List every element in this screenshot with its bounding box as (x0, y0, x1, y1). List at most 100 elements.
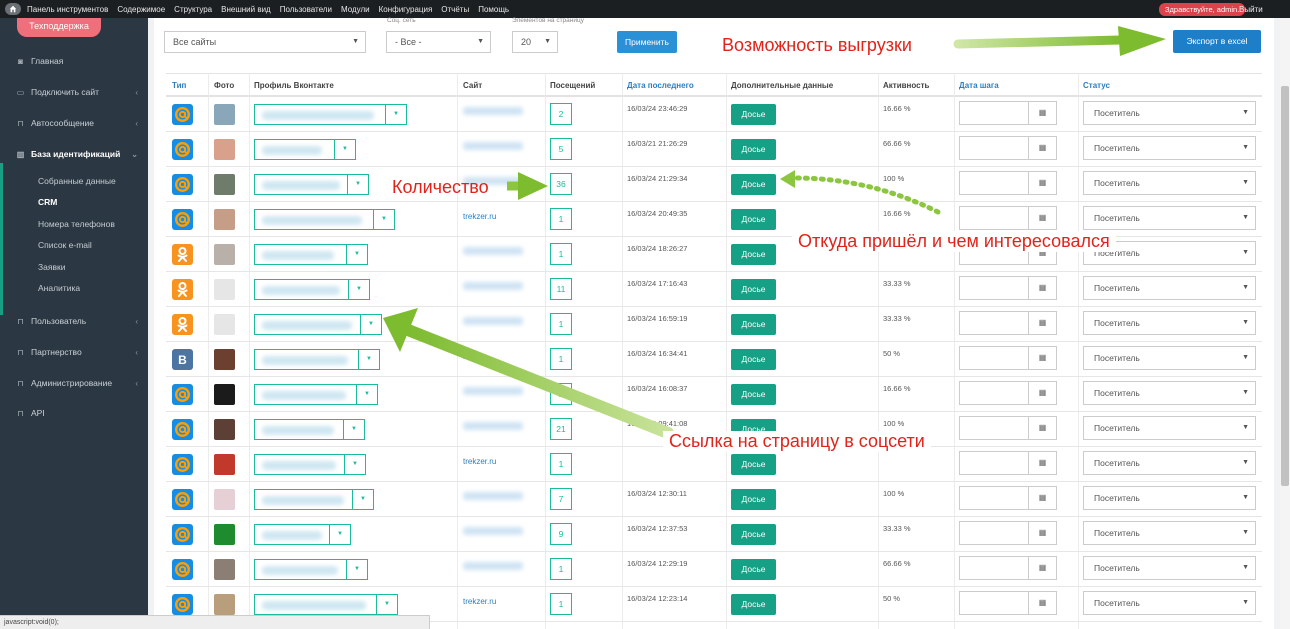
logout-link[interactable]: Выйти (1239, 5, 1263, 14)
caret-down-icon[interactable]: ▼ (346, 560, 367, 579)
caret-down-icon[interactable]: ▼ (343, 420, 364, 439)
site-link-blurred[interactable] (463, 422, 523, 430)
sidebar-item-api[interactable]: ⊓ API (0, 404, 148, 422)
profile-select[interactable]: ▼ (254, 349, 380, 370)
caret-down-icon[interactable]: ▼ (360, 315, 381, 334)
step-date-input[interactable]: ▦ (959, 276, 1057, 300)
scrollbar-thumb[interactable] (1281, 86, 1289, 486)
visits-count[interactable]: 1 (550, 453, 572, 475)
site-link-blurred[interactable] (463, 317, 523, 325)
sidebar-subitem-crm[interactable]: CRM (38, 197, 57, 207)
caret-down-icon[interactable]: ▼ (385, 105, 406, 124)
caret-down-icon[interactable]: ▼ (334, 140, 355, 159)
profile-select[interactable]: ▼ (254, 559, 368, 580)
site-link-blurred[interactable] (463, 492, 523, 500)
sidebar-subitem-collected-data[interactable]: Собранные данные (38, 176, 116, 186)
profile-select[interactable]: ▼ (254, 174, 369, 195)
sidebar-item-identification-base[interactable]: ▥ База идентификаций ⌄ (0, 145, 148, 163)
calendar-icon[interactable]: ▦ (1028, 207, 1056, 229)
visits-count[interactable]: 9 (550, 523, 572, 545)
caret-down-icon[interactable]: ▼ (352, 490, 373, 509)
profile-select[interactable]: ▼ (254, 279, 370, 300)
top-menu-item[interactable]: Структура (174, 5, 212, 14)
visits-count[interactable]: 11 (550, 278, 572, 300)
calendar-icon[interactable]: ▦ (1028, 487, 1056, 509)
visits-count[interactable]: 1 (550, 313, 572, 335)
visits-count[interactable]: 1 (550, 383, 572, 405)
dossier-button[interactable]: Досье (731, 489, 776, 510)
caret-down-icon[interactable]: ▼ (356, 385, 377, 404)
calendar-icon[interactable]: ▦ (1028, 347, 1056, 369)
visits-count[interactable]: 7 (550, 488, 572, 510)
visits-count[interactable]: 21 (550, 418, 572, 440)
site-link-blurred[interactable] (463, 527, 523, 535)
sidebar-item-administration[interactable]: ⊓ Администрирование ‹ (0, 374, 148, 392)
profile-select[interactable]: ▼ (254, 419, 365, 440)
site-link[interactable]: trekzer.ru (463, 597, 496, 606)
step-date-input[interactable]: ▦ (959, 311, 1057, 335)
export-excel-button[interactable]: Экспорт в excel (1173, 30, 1261, 53)
calendar-icon[interactable]: ▦ (1028, 452, 1056, 474)
caret-down-icon[interactable]: ▼ (347, 175, 368, 194)
profile-select[interactable]: ▼ (254, 594, 398, 615)
step-date-input[interactable]: ▦ (959, 381, 1057, 405)
status-select[interactable]: Посетитель ▼ (1083, 486, 1256, 510)
status-select[interactable]: Посетитель ▼ (1083, 451, 1256, 475)
site-link[interactable]: kzer.ru (463, 352, 487, 361)
dossier-button[interactable]: Досье (731, 559, 776, 580)
status-select[interactable]: Посетитель ▼ (1083, 346, 1256, 370)
site-link-blurred[interactable] (463, 387, 523, 395)
sidebar-item-home[interactable]: ◙ Главная (0, 52, 148, 70)
sidebar-subitem-emails[interactable]: Список e-mail (38, 240, 92, 250)
dossier-button[interactable]: Досье (731, 384, 776, 405)
status-select[interactable]: Посетитель ▼ (1083, 311, 1256, 335)
col-status[interactable]: Статус (1083, 81, 1110, 90)
vertical-scrollbar[interactable] (1280, 18, 1290, 629)
site-link-blurred[interactable] (463, 562, 523, 570)
top-menu-item[interactable]: Панель инструментов (27, 5, 108, 14)
status-select[interactable]: Посетитель ▼ (1083, 521, 1256, 545)
step-date-input[interactable]: ▦ (959, 416, 1057, 440)
visits-count[interactable]: 36 (550, 173, 572, 195)
status-select[interactable]: Посетитель ▼ (1083, 206, 1256, 230)
top-menu-item[interactable]: Внешний вид (221, 5, 271, 14)
site-select[interactable]: Все сайты ▼ (164, 31, 366, 53)
dossier-button[interactable]: Досье (731, 209, 776, 230)
profile-select[interactable]: ▼ (254, 454, 366, 475)
top-menu-item[interactable]: Пользователи (280, 5, 332, 14)
profile-select[interactable]: ▼ (254, 244, 368, 265)
calendar-icon[interactable]: ▦ (1028, 522, 1056, 544)
caret-down-icon[interactable]: ▼ (373, 210, 394, 229)
sidebar-subitem-phones[interactable]: Номера телефонов (38, 219, 115, 229)
visits-count[interactable]: 1 (550, 208, 572, 230)
status-select[interactable]: Посетитель ▼ (1083, 171, 1256, 195)
dossier-button[interactable]: Досье (731, 349, 776, 370)
status-select[interactable]: Посетитель ▼ (1083, 556, 1256, 580)
user-greeting[interactable]: Здравствуйте, admin. (1159, 3, 1246, 16)
step-date-input[interactable]: ▦ (959, 171, 1057, 195)
status-select[interactable]: Посетитель ▼ (1083, 136, 1256, 160)
col-last-date[interactable]: Дата последнего (627, 81, 694, 90)
sidebar-subitem-requests[interactable]: Заявки (38, 262, 65, 272)
site-link[interactable]: trekzer.ru (463, 457, 496, 466)
profile-select[interactable]: ▼ (254, 104, 407, 125)
sidebar-item-connect-site[interactable]: ▭ Подключить сайт ‹ (0, 83, 148, 101)
caret-down-icon[interactable]: ▼ (344, 455, 365, 474)
sidebar-item-user[interactable]: ⊓ Пользователь ‹ (0, 312, 148, 330)
profile-select[interactable]: ▼ (254, 139, 356, 160)
profile-select[interactable]: ▼ (254, 384, 378, 405)
profile-select[interactable]: ▼ (254, 489, 374, 510)
site-link-blurred[interactable] (463, 142, 523, 150)
top-menu-item[interactable]: Конфигурация (379, 5, 433, 14)
visits-count[interactable]: 1 (550, 243, 572, 265)
step-date-input[interactable]: ▦ (959, 521, 1057, 545)
calendar-icon[interactable]: ▦ (1028, 277, 1056, 299)
visits-count[interactable]: 2 (550, 103, 572, 125)
dossier-button[interactable]: Досье (731, 279, 776, 300)
profile-select[interactable]: ▼ (254, 524, 351, 545)
caret-down-icon[interactable]: ▼ (329, 525, 350, 544)
caret-down-icon[interactable]: ▼ (348, 280, 369, 299)
visits-count[interactable]: 5 (550, 138, 572, 160)
per-page-select[interactable]: 20 ▼ (512, 31, 558, 53)
status-select[interactable]: Посетитель ▼ (1083, 591, 1256, 615)
